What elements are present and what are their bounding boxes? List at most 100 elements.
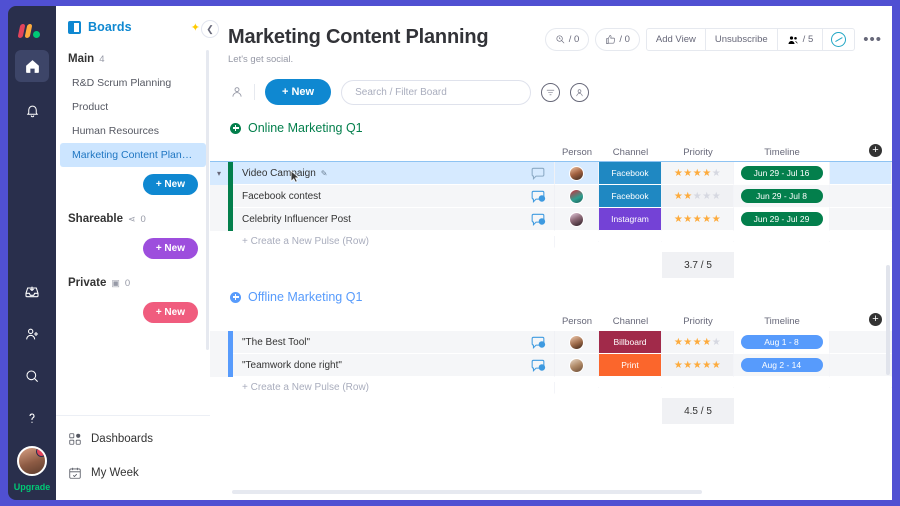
channel-cell[interactable]: Print	[599, 354, 662, 377]
column-header-person[interactable]: Person	[555, 311, 599, 331]
priority-cell[interactable]: ★★★★★	[662, 185, 734, 208]
person-filter-icon[interactable]	[230, 85, 244, 99]
chat-bubble-icon[interactable]	[530, 359, 546, 372]
column-header-person[interactable]: Person	[555, 142, 599, 162]
channel-cell[interactable]: Billboard	[599, 331, 662, 354]
row-name-cell[interactable]: "The Best Tool"	[233, 331, 555, 354]
person-cell[interactable]	[555, 208, 599, 231]
group-summary-row: 3.7 / 5	[210, 252, 892, 278]
column-header-timeline[interactable]: Timeline	[734, 311, 830, 331]
search-icon[interactable]	[15, 360, 49, 392]
more-options-icon[interactable]: •••	[861, 31, 882, 48]
group-title-row[interactable]: Offline Marketing Q1	[210, 290, 892, 311]
add-row-label[interactable]: + Create a New Pulse (Row)	[233, 235, 555, 248]
board-horizontal-scrollbar[interactable]	[232, 490, 702, 494]
channel-cell[interactable]: Instagram	[599, 208, 662, 231]
spacer	[599, 387, 662, 388]
inbox-icon[interactable]	[15, 276, 49, 308]
person-icon[interactable]	[570, 82, 590, 102]
priority-cell[interactable]: ★★★★★	[662, 162, 734, 185]
sidebar-scrollbar[interactable]	[206, 50, 209, 350]
sidebar-item-product[interactable]: Product	[60, 95, 206, 119]
person-cell[interactable]	[555, 162, 599, 185]
new-board-button-main[interactable]: + New	[142, 174, 198, 195]
monday-logo-icon[interactable]	[17, 20, 45, 38]
column-header-channel[interactable]: Channel	[599, 311, 662, 331]
channel-cell[interactable]: Facebook	[599, 185, 662, 208]
home-icon[interactable]	[15, 50, 49, 82]
invite-member-icon[interactable]	[15, 318, 49, 350]
new-item-button[interactable]: + New	[265, 79, 332, 105]
person-cell[interactable]	[555, 354, 599, 377]
chevron-left-icon[interactable]: ❮	[201, 20, 219, 38]
row-name-cell[interactable]: Celebrity Influencer Post	[233, 208, 555, 231]
priority-cell[interactable]: ★★★★★	[662, 354, 734, 377]
star-icon[interactable]: ✦	[191, 21, 200, 34]
timeline-cell[interactable]: Jun 29 - Jul 29	[734, 208, 830, 231]
add-row-label[interactable]: + Create a New Pulse (Row)	[233, 381, 555, 394]
notifications-bell-icon[interactable]	[15, 94, 49, 126]
help-icon[interactable]	[15, 402, 49, 434]
add-row[interactable]: + Create a New Pulse (Row)	[210, 377, 892, 398]
add-row[interactable]: + Create a New Pulse (Row)	[210, 231, 892, 252]
table-row[interactable]: Facebook contest Facebook ★★★★★ Jun 29 -…	[210, 185, 892, 208]
sidebar-item-human-resources[interactable]: Human Resources	[60, 119, 206, 143]
sidebar-item-rd-scrum-planning[interactable]: R&D Scrum Planning	[60, 71, 206, 95]
chat-bubble-icon[interactable]	[530, 336, 546, 349]
user-avatar[interactable]	[16, 446, 47, 476]
add-column-icon[interactable]: +	[869, 144, 882, 157]
members-button[interactable]: / 5	[778, 29, 824, 50]
spacer	[734, 241, 830, 242]
collapse-group-icon[interactable]	[230, 291, 241, 303]
group-title-row[interactable]: Online Marketing Q1	[210, 121, 892, 142]
priority-cell[interactable]: ★★★★★	[662, 208, 734, 231]
table-row[interactable]: Celebrity Influencer Post Instagram ★★★★…	[210, 208, 892, 231]
search-input[interactable]	[355, 86, 518, 98]
board-vertical-scrollbar[interactable]	[886, 265, 890, 375]
activity-log-button[interactable]: / 0	[544, 28, 590, 51]
search-box[interactable]	[341, 79, 532, 105]
add-view-button[interactable]: Add View	[647, 29, 706, 50]
person-cell[interactable]	[555, 331, 599, 354]
unsubscribe-button[interactable]: Unsubscribe	[706, 29, 778, 50]
timeline-cell[interactable]: Jun 29 - Jul 8	[734, 185, 830, 208]
table-row[interactable]: "The Best Tool" Billboard ★★★★★ Aug 1 - …	[210, 331, 892, 354]
lock-icon: ▣	[111, 277, 120, 288]
table-row[interactable]: "Teamwork done right" Print ★★★★★ Aug 2 …	[210, 354, 892, 377]
sidebar-item-my-week[interactable]: My Week	[56, 456, 210, 490]
collapse-group-icon[interactable]	[230, 122, 241, 134]
person-cell[interactable]	[555, 185, 599, 208]
timeline-cell[interactable]: Jun 29 - Jul 16	[734, 162, 830, 185]
timeline-cell[interactable]: Aug 2 - 14	[734, 354, 830, 377]
new-board-button-private[interactable]: + New	[142, 302, 198, 323]
avatar	[569, 334, 584, 350]
column-header-priority[interactable]: Priority	[662, 311, 734, 331]
chat-bubble-icon[interactable]	[530, 167, 546, 180]
add-column-icon[interactable]: +	[869, 313, 882, 326]
automations-button[interactable]	[823, 29, 854, 50]
table-row[interactable]: ▾ Video Campaign ✎ Facebook ★★★★★ Jun 29…	[210, 161, 892, 186]
upgrade-link[interactable]: Upgrade	[14, 482, 51, 496]
column-header-priority[interactable]: Priority	[662, 142, 734, 162]
chat-bubble-icon[interactable]	[530, 190, 546, 203]
sidebar-section-main: Main 4	[56, 44, 210, 71]
column-header-channel[interactable]: Channel	[599, 142, 662, 162]
filter-icon[interactable]	[541, 82, 561, 102]
channel-label: Print	[599, 354, 661, 376]
new-board-button-shareable[interactable]: + New	[142, 238, 198, 259]
row-name-cell[interactable]: Video Campaign ✎	[233, 162, 555, 185]
timeline-cell[interactable]: Aug 1 - 8	[734, 331, 830, 354]
like-button[interactable]: / 0	[595, 28, 640, 51]
sidebar-item-marketing-content-planning[interactable]: Marketing Content Planning	[60, 143, 206, 167]
expand-row-icon[interactable]: ▾	[210, 162, 228, 185]
priority-cell[interactable]: ★★★★★	[662, 331, 734, 354]
chat-bubble-icon[interactable]	[530, 213, 546, 226]
row-name-cell[interactable]: Facebook contest	[233, 185, 555, 208]
row-name-cell[interactable]: "Teamwork done right"	[233, 354, 555, 377]
column-header-timeline[interactable]: Timeline	[734, 142, 830, 162]
channel-cell[interactable]: Facebook	[599, 162, 662, 185]
pencil-icon[interactable]: ✎	[321, 169, 328, 178]
sidebar-item-dashboards[interactable]: Dashboards	[56, 422, 210, 456]
